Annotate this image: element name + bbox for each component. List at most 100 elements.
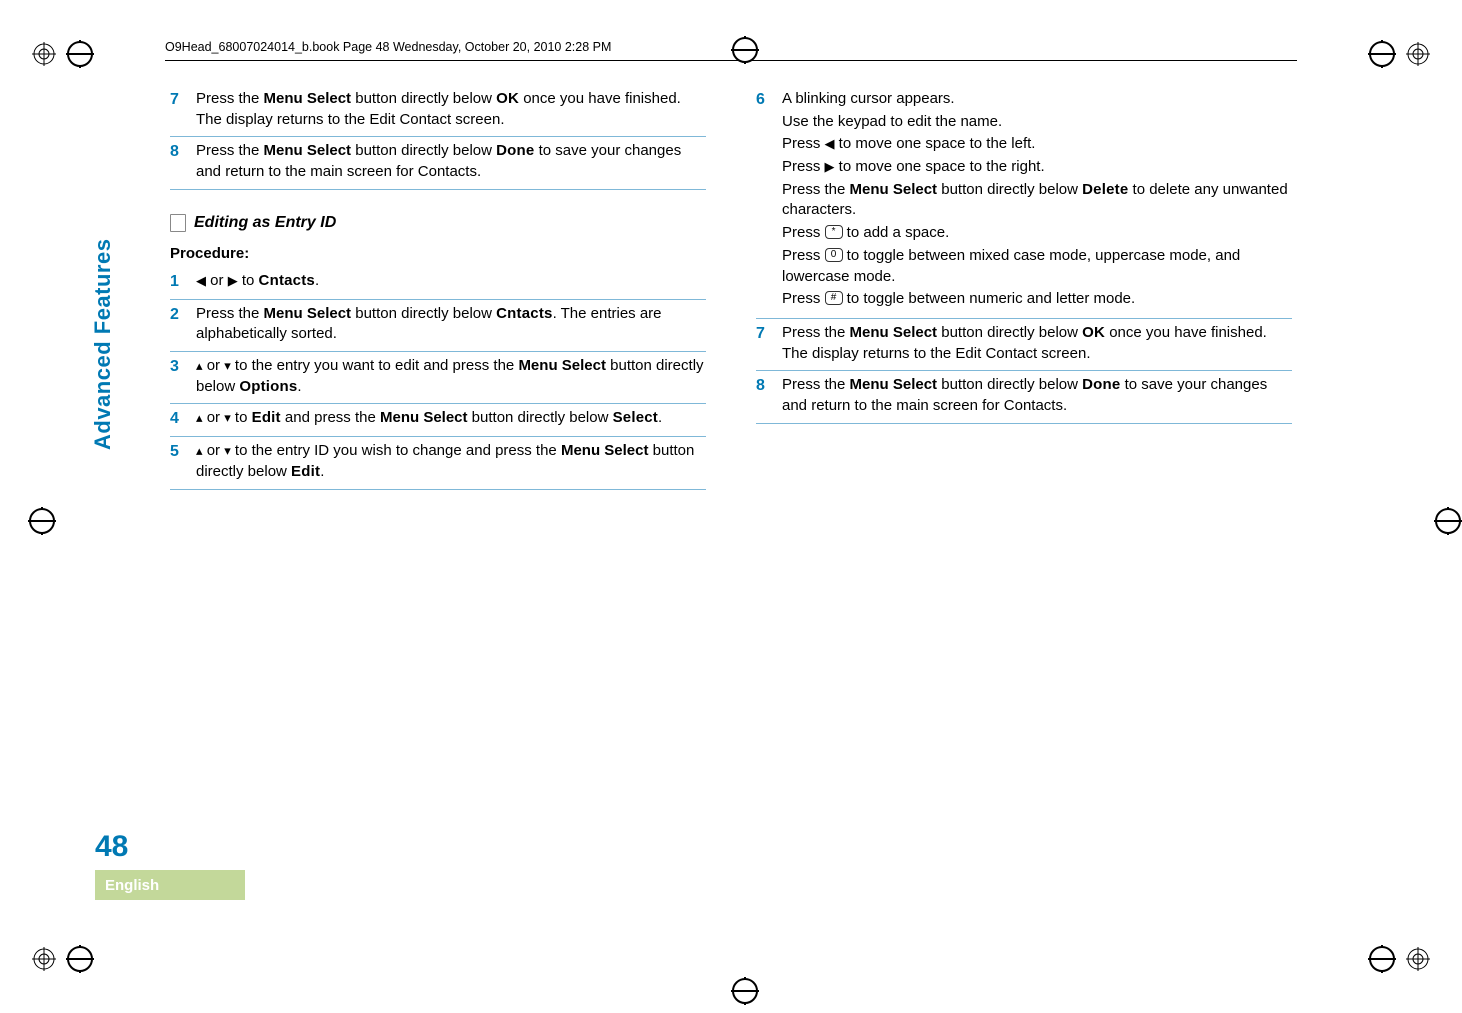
bold-text: Menu Select xyxy=(264,142,352,159)
keycap-star-icon: * xyxy=(825,225,843,239)
step-5: 5 ▴ or ▾ to the entry ID you wish to cha… xyxy=(170,441,706,489)
step-2: 2 Press the Menu Select button directly … xyxy=(170,304,706,352)
step-body: Press the Menu Select button directly be… xyxy=(782,375,1292,416)
crosshair-icon xyxy=(66,40,94,68)
section-title-text: Editing as Entry ID xyxy=(194,212,336,234)
step-3: 3 ▴ or ▾ to the entry you want to edit a… xyxy=(170,356,706,404)
text: button directly below xyxy=(351,142,496,159)
step-7-left: 7 Press the Menu Select button directly … xyxy=(170,89,706,137)
softkey-label: Edit xyxy=(291,463,320,480)
step-number: 7 xyxy=(170,89,196,130)
text: to toggle between numeric and letter mod… xyxy=(843,290,1136,307)
column-left: 7 Press the Menu Select button directly … xyxy=(170,89,706,494)
text: Press the xyxy=(196,305,264,322)
crosshair-icon xyxy=(1368,40,1396,68)
step-number: 3 xyxy=(170,356,196,397)
text: Press xyxy=(782,290,825,307)
page-content: O9Head_68007024014_b.book Page 48 Wednes… xyxy=(160,40,1302,973)
text: button directly below xyxy=(937,181,1082,198)
step-6: 6 A blinking cursor appears. Use the key… xyxy=(756,89,1292,319)
bold-text: Menu Select xyxy=(380,409,468,426)
registration-target-icon xyxy=(32,42,56,66)
text: to add a space. xyxy=(843,224,950,241)
step-body: Press the Menu Select button directly be… xyxy=(782,323,1292,364)
text: to the entry you want to edit and press … xyxy=(231,357,519,374)
language-tab: English xyxy=(95,870,245,900)
text: button directly below xyxy=(468,409,613,426)
text: Press the xyxy=(782,376,850,393)
two-column-layout: 7 Press the Menu Select button directly … xyxy=(160,89,1302,494)
text: or xyxy=(206,272,228,289)
text: Press xyxy=(782,135,825,152)
step-body: Press the Menu Select button directly be… xyxy=(196,89,706,130)
text: or xyxy=(203,409,225,426)
bold-text: Menu Select xyxy=(850,324,938,341)
registration-target-icon xyxy=(1406,947,1430,971)
step-8-left: 8 Press the Menu Select button directly … xyxy=(170,141,706,189)
bold-text: Menu Select xyxy=(264,90,352,107)
text: Press the xyxy=(196,142,264,159)
text: . xyxy=(297,378,301,395)
text: or xyxy=(203,357,225,374)
text-line: A blinking cursor appears. xyxy=(782,89,1292,110)
text-line: Use the keypad to edit the name. xyxy=(782,112,1292,133)
text: to the entry ID you wish to change and p… xyxy=(231,442,561,459)
softkey-label: Edit xyxy=(252,409,281,426)
step-4: 4 ▴ or ▾ to Edit and press the Menu Sele… xyxy=(170,408,706,437)
crosshair-icon xyxy=(66,945,94,973)
crosshair-icon xyxy=(1368,945,1396,973)
text: to toggle between mixed case mode, upper… xyxy=(782,247,1240,285)
step-7-right: 7 Press the Menu Select button directly … xyxy=(756,323,1292,371)
step-body: ◀ or ▶ to Cntacts. xyxy=(196,271,706,293)
softkey-label: Cntacts xyxy=(496,305,552,322)
right-arrow-icon: ▶ xyxy=(825,158,835,176)
bold-text: Menu Select xyxy=(850,376,938,393)
step-number: 5 xyxy=(170,441,196,482)
text: button directly below xyxy=(351,305,496,322)
step-body: ▴ or ▾ to the entry you want to edit and… xyxy=(196,356,706,397)
text: to move one space to the right. xyxy=(835,158,1045,175)
softkey-label: Cntacts xyxy=(259,272,315,289)
softkey-label: Done xyxy=(496,142,534,159)
softkey-label: Options xyxy=(239,378,297,395)
bold-text: Menu Select xyxy=(561,442,649,459)
registration-target-icon xyxy=(1406,42,1430,66)
text: or xyxy=(203,442,225,459)
text: . xyxy=(658,409,662,426)
registration-target-icon xyxy=(32,947,56,971)
softkey-label: OK xyxy=(1082,324,1105,341)
step-number: 6 xyxy=(756,89,782,312)
keycap-hash-icon: # xyxy=(825,291,843,305)
text: to move one space to the left. xyxy=(835,135,1036,152)
bold-text: Menu Select xyxy=(518,357,606,374)
text: Press the xyxy=(782,181,850,198)
softkey-label: Delete xyxy=(1082,181,1128,198)
text: . xyxy=(320,463,324,480)
text-line: Press ▶ to move one space to the right. xyxy=(782,157,1292,178)
text-line: Press * to add a space. xyxy=(782,223,1292,244)
text: and press the xyxy=(281,409,380,426)
right-arrow-icon: ▶ xyxy=(228,272,238,290)
softkey-label: Done xyxy=(1082,376,1120,393)
step-body: ▴ or ▾ to Edit and press the Menu Select… xyxy=(196,408,706,430)
step-number: 8 xyxy=(756,375,782,416)
step-number: 4 xyxy=(170,408,196,430)
step-number: 2 xyxy=(170,304,196,345)
step-number: 7 xyxy=(756,323,782,364)
crop-mark-icon xyxy=(32,945,94,973)
column-right: 6 A blinking cursor appears. Use the key… xyxy=(756,89,1292,494)
text: button directly below xyxy=(351,90,496,107)
step-number: 8 xyxy=(170,141,196,182)
step-1: 1 ◀ or ▶ to Cntacts. xyxy=(170,271,706,300)
step-body: ▴ or ▾ to the entry ID you wish to chang… xyxy=(196,441,706,482)
text-line: Press # to toggle between numeric and le… xyxy=(782,289,1292,310)
procedure-label: Procedure: xyxy=(170,244,706,265)
step-number: 1 xyxy=(170,271,196,293)
keycap-zero-icon: 0 xyxy=(825,248,843,262)
document-icon xyxy=(170,214,186,232)
text: to xyxy=(238,272,259,289)
left-arrow-icon: ◀ xyxy=(196,272,206,290)
text-line: Press ◀ to move one space to the left. xyxy=(782,134,1292,155)
text: . xyxy=(315,272,319,289)
text: Press xyxy=(782,247,825,264)
